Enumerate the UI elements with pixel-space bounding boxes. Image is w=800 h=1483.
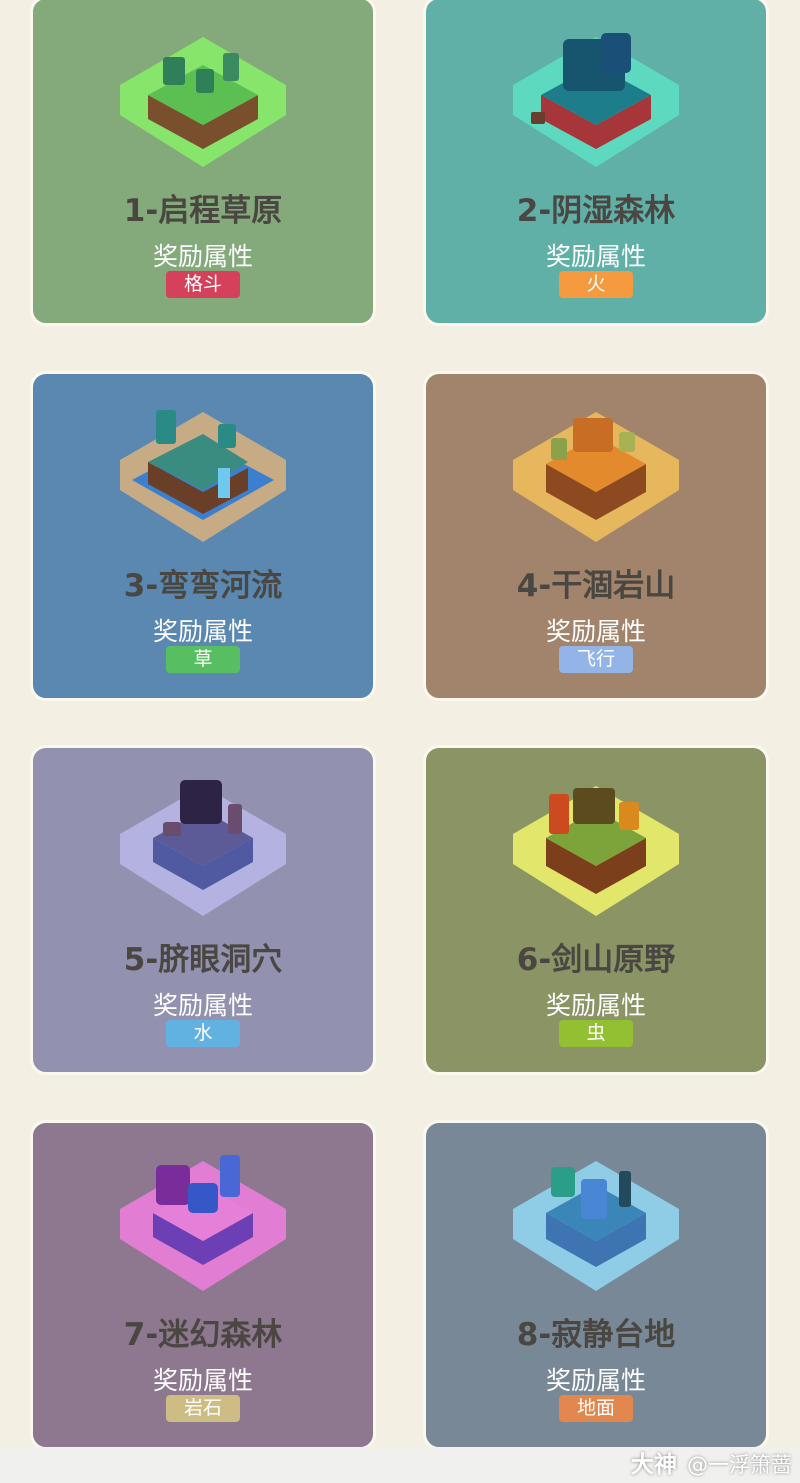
region-title: 6-剑山原野 xyxy=(516,942,676,978)
region-title: 7-迷幻森林 xyxy=(123,1317,283,1353)
reward-type-badge: 飞行 xyxy=(559,646,633,673)
region-card-2[interactable]: 2-阴湿森林 奖励属性 火 xyxy=(423,0,769,326)
region-card-6[interactable]: 6-剑山原野 奖励属性 虫 xyxy=(423,745,769,1075)
river-island-icon xyxy=(120,410,286,542)
watermark-brand: 大神 xyxy=(631,1452,677,1478)
reward-type-badge: 岩石 xyxy=(166,1395,240,1422)
sword-field-island-icon xyxy=(513,786,679,916)
region-title: 2-阴湿森林 xyxy=(516,193,676,229)
reward-type-badge: 草 xyxy=(166,646,240,673)
reward-attribute-label: 奖励属性 xyxy=(545,1366,646,1395)
reward-attribute-label: 奖励属性 xyxy=(152,617,253,646)
reward-type-badge: 地面 xyxy=(559,1395,633,1422)
region-card-8[interactable]: 8-寂静台地 奖励属性 地面 xyxy=(423,1120,769,1450)
reward-attribute-label: 奖励属性 xyxy=(152,991,253,1020)
reward-attribute-label: 奖励属性 xyxy=(152,242,253,271)
grassland-island-icon xyxy=(120,37,286,167)
forest-island-icon xyxy=(513,33,679,167)
reward-attribute-label: 奖励属性 xyxy=(545,991,646,1020)
region-title: 5-脐眼洞穴 xyxy=(123,942,283,978)
region-card-5[interactable]: 5-脐眼洞穴 奖励属性 水 xyxy=(30,745,376,1075)
reward-attribute-label: 奖励属性 xyxy=(545,242,646,271)
rock-mountain-island-icon xyxy=(513,412,679,542)
silent-plateau-island-icon xyxy=(513,1161,679,1291)
reward-type-badge: 虫 xyxy=(559,1020,633,1047)
region-card-grid: 1-启程草原 奖励属性 格斗 2-阴湿森林 奖励属性 火 3-弯弯河流 奖励属性 xyxy=(0,0,800,1483)
region-title: 8-寂静台地 xyxy=(516,1317,676,1353)
reward-attribute-label: 奖励属性 xyxy=(545,617,646,646)
region-card-1[interactable]: 1-启程草原 奖励属性 格斗 xyxy=(30,0,376,326)
region-card-7[interactable]: 7-迷幻森林 奖励属性 岩石 xyxy=(30,1120,376,1450)
region-title: 1-启程草原 xyxy=(123,193,283,229)
region-card-4[interactable]: 4-干涸岩山 奖励属性 飞行 xyxy=(423,371,769,701)
reward-type-badge: 火 xyxy=(559,271,633,298)
psychedelic-forest-island-icon xyxy=(120,1155,286,1291)
reward-type-badge: 格斗 xyxy=(166,271,240,298)
cave-island-icon xyxy=(120,780,286,916)
watermark-handle: @一浮箫蔷 xyxy=(687,1453,792,1477)
reward-attribute-label: 奖励属性 xyxy=(152,1366,253,1395)
watermark: 大神 @一浮箫蔷 xyxy=(631,1445,792,1479)
reward-type-badge: 水 xyxy=(166,1020,240,1047)
region-title: 3-弯弯河流 xyxy=(123,568,283,604)
region-card-3[interactable]: 3-弯弯河流 奖励属性 草 xyxy=(30,371,376,701)
region-title: 4-干涸岩山 xyxy=(516,568,676,604)
